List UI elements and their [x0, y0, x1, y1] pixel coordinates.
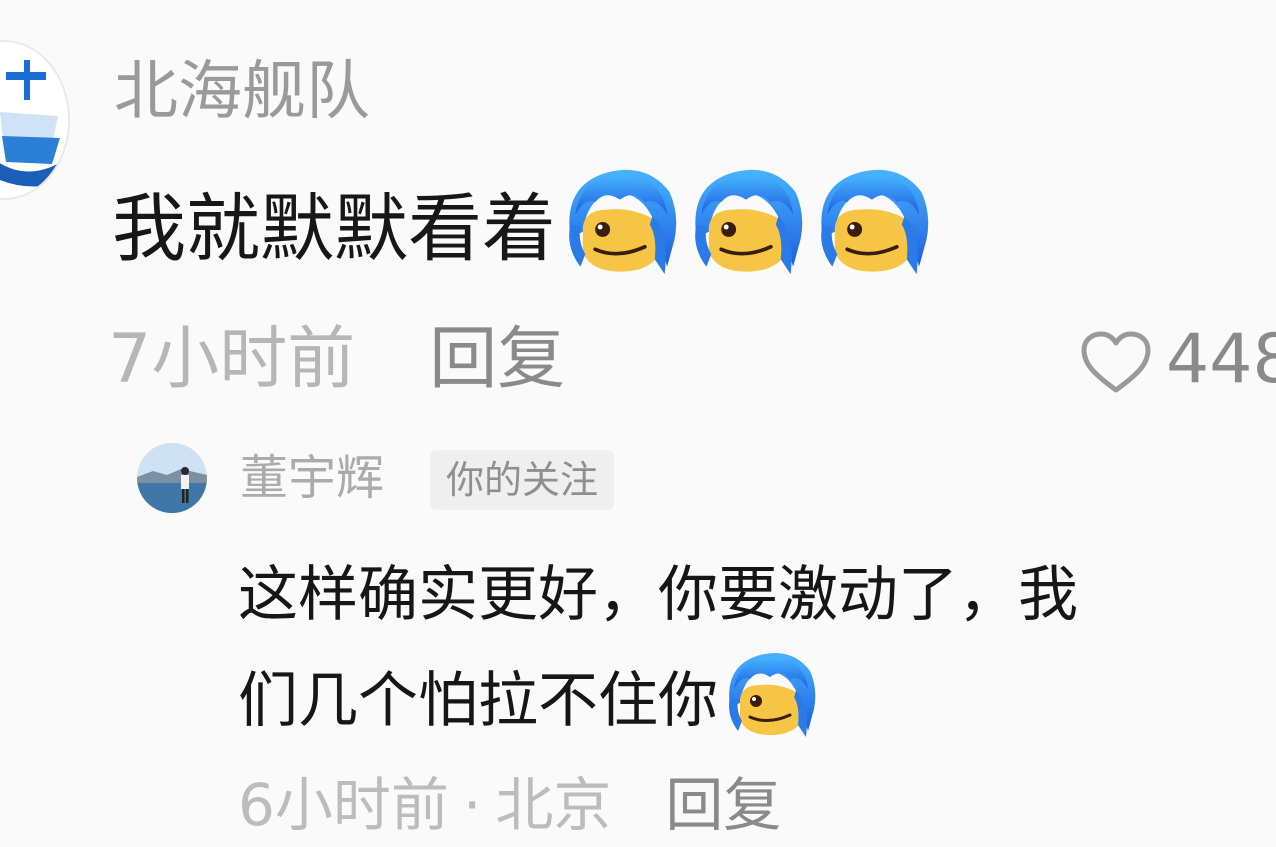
reply-button[interactable]: 回复	[665, 771, 781, 839]
comment-text-content: 我就默默看着	[112, 185, 556, 272]
reply-button[interactable]: 回复	[429, 320, 565, 399]
heart-icon[interactable]	[1080, 330, 1152, 394]
comment-username[interactable]: 北海舰队	[114, 52, 370, 132]
following-badge: 你的关注	[430, 450, 615, 510]
comment-thread: 北海舰队 我就默默看着 7小时前 回复 448 董宇辉 你的关注 这样确实更好，你…	[0, 0, 1276, 847]
comment-meta: 7小时前 回复	[108, 318, 565, 402]
doge-emoji-icon	[684, 160, 808, 284]
reply-text-content: 这样确实更好，你要激动了，我	[238, 559, 1078, 630]
reply-text-line: 这样确实更好，你要激动了，我	[238, 552, 1078, 630]
comment-text: 我就默默看着	[112, 160, 934, 284]
reply-meta: 6小时前 · 北京 回复	[238, 770, 781, 840]
reply-time: 6小时前	[238, 771, 449, 839]
meta-separator: ·	[462, 771, 482, 839]
reply-location: 北京	[495, 771, 612, 839]
doge-emoji-icon	[720, 645, 820, 745]
avatar[interactable]	[0, 40, 70, 200]
doge-emoji-icon	[558, 160, 682, 284]
reply-text-content: 们几个怕拉不住你	[238, 665, 718, 736]
reply-text-line: 们几个怕拉不住你	[238, 640, 820, 750]
reply-username[interactable]: 董宇辉	[240, 448, 384, 508]
comment-time: 7小时前	[108, 320, 356, 399]
avatar[interactable]	[137, 443, 207, 513]
like-count: 448	[1166, 320, 1276, 399]
doge-emoji-icon	[810, 160, 934, 284]
